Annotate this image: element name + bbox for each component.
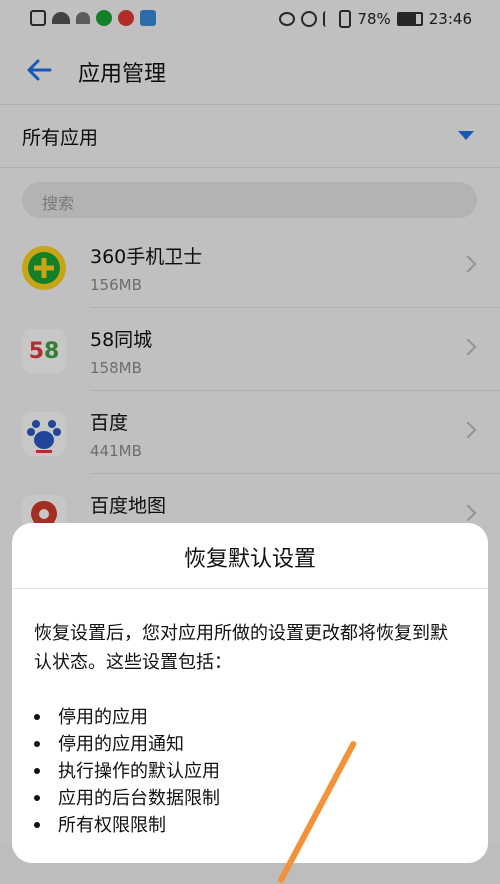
bullet-icon — [34, 741, 40, 747]
list-item: 执行操作的默认应用 — [34, 757, 464, 784]
restore-defaults-dialog: 恢复默认设置 恢复设置后，您对应用所做的设置更改都将恢复到默认状态。这些设置包括… — [12, 523, 488, 863]
bullet-text: 停用的应用 — [58, 707, 148, 728]
dialog-body-text: 恢复设置后，您对应用所做的设置更改都将恢复到默认状态。这些设置包括： — [34, 623, 448, 673]
bullet-text: 应用的后台数据限制 — [58, 788, 220, 809]
bullet-icon — [34, 795, 40, 801]
bullet-icon — [34, 822, 40, 828]
list-item: 停用的应用 — [34, 703, 464, 730]
list-item: 应用的后台数据限制 — [34, 784, 464, 811]
bullet-text: 执行操作的默认应用 — [58, 761, 220, 782]
bullet-icon — [34, 768, 40, 774]
dialog-title: 恢复默认设置 — [183, 547, 316, 572]
list-item: 所有权限限制 — [34, 811, 464, 838]
dialog-divider — [12, 588, 488, 589]
list-item: 停用的应用通知 — [34, 730, 464, 757]
bullet-icon — [34, 714, 40, 720]
bullet-text: 停用的应用通知 — [58, 734, 184, 755]
bullet-text: 所有权限限制 — [58, 815, 166, 836]
dialog-bullet-list: 停用的应用 停用的应用通知 执行操作的默认应用 应用的后台数据限制 所有权限限制 — [34, 703, 464, 838]
